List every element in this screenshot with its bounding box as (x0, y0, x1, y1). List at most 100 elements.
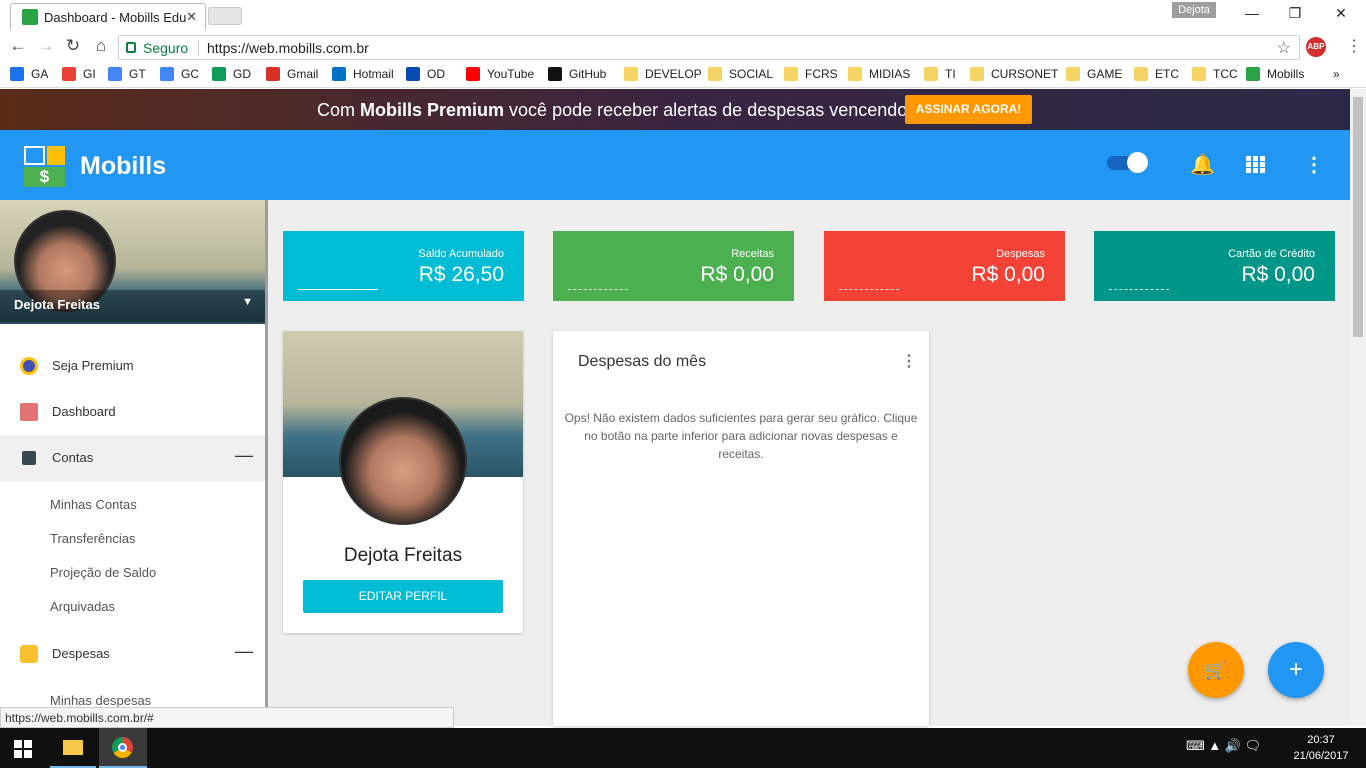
bookmark-icon (332, 67, 346, 81)
sidebar-sub-arquivadas[interactable]: Arquivadas (50, 599, 115, 614)
bookmark-icon (1246, 67, 1260, 81)
bookmark-gc[interactable]: GC (160, 67, 199, 81)
new-tab-button[interactable] (208, 7, 242, 25)
bookmark-midias[interactable]: MIDIAS (848, 67, 910, 81)
url-text[interactable]: https://web.mobills.com.br (207, 40, 369, 56)
bookmark-game[interactable]: GAME (1066, 67, 1122, 81)
bookmark-icon (266, 67, 280, 81)
stat-card-saldo[interactable]: Saldo Acumulado R$ 26,50 (283, 231, 524, 301)
sparkline (1109, 289, 1169, 290)
bookmarks-bar: GA GI GT GC GD Gmail Hotmail OD YouTube GitHub DEV… (0, 62, 1366, 88)
bookmark-icon (406, 67, 420, 81)
stat-card-cartao[interactable]: Cartão de Crédito R$ 0,00 (1094, 231, 1335, 301)
page-scrollbar[interactable] (1350, 89, 1366, 726)
address-bar[interactable]: Seguro https://web.mobills.com.br ☆ (118, 35, 1300, 60)
bookmark-od[interactable]: OD (406, 67, 445, 81)
sidebar-sub-minhas-despesas[interactable]: Minhas despesas (50, 693, 151, 708)
collapse-icon[interactable]: — (235, 641, 253, 662)
bookmark-ga[interactable]: GA (10, 67, 48, 81)
coins-icon (20, 645, 38, 663)
bookmark-gi[interactable]: GI (62, 67, 96, 81)
home-icon[interactable]: ⌂ (90, 36, 112, 56)
monthly-expenses-card: Despesas do mês ⋮ Ops! Não existem dados… (553, 331, 929, 726)
bookmark-develop[interactable]: DEVELOP (624, 67, 702, 81)
more-options-icon[interactable]: ⋮ (1304, 152, 1324, 177)
bookmark-social[interactable]: SOCIAL (708, 67, 773, 81)
sidebar-cover: Dejota Freitas ▼ (0, 200, 265, 324)
sidebar-item-dashboard[interactable]: Dashboard (0, 389, 265, 435)
bookmark-youtube[interactable]: YouTube (466, 67, 534, 81)
bookmark-icon (10, 67, 24, 81)
chrome-icon[interactable] (99, 728, 147, 768)
bookmark-mobills[interactable]: Mobills (1246, 67, 1304, 81)
premium-banner-text: Com Mobills Premium você pode receber al… (317, 100, 913, 120)
bookmark-gmail[interactable]: Gmail (266, 67, 318, 81)
brand-name[interactable]: Mobills (80, 152, 166, 181)
bookmark-github[interactable]: GitHub (548, 67, 606, 81)
tab-title: Dashboard - Mobills Edu (44, 10, 186, 25)
tab-close-icon[interactable]: ✕ (186, 9, 197, 25)
secure-label: Seguro (143, 40, 189, 56)
bookmark-icon (924, 67, 938, 81)
close-window-icon[interactable]: ✕ (1326, 5, 1356, 22)
browser-profile-chip[interactable]: Dejota (1172, 2, 1216, 18)
stat-card-receitas[interactable]: Receitas R$ 0,00 (553, 231, 794, 301)
profile-name: Dejota Freitas (343, 545, 463, 566)
bookmark-etc[interactable]: ETC (1134, 67, 1179, 81)
sidebar-sub-minhas-contas[interactable]: Minhas Contas (50, 497, 137, 512)
dropdown-arrow-icon[interactable]: ▼ (242, 296, 253, 308)
bookmark-label: Hotmail (353, 67, 394, 81)
sidebar-sub-projecao[interactable]: Projeção de Saldo (50, 565, 156, 580)
clock[interactable]: 20:37 21/06/2017 (1290, 732, 1352, 764)
notifications-bell-icon[interactable]: 🔔 (1190, 152, 1215, 177)
restore-icon[interactable]: ❐ (1280, 5, 1310, 22)
windows-taskbar: ⌨ ▲ 🔊 🗨 20:37 21/06/2017 (0, 728, 1366, 768)
collapse-icon[interactable]: — (235, 445, 253, 466)
bookmark-label: CURSONET (991, 67, 1059, 81)
bookmark-icon (624, 67, 638, 81)
bookmark-label: Mobills (1267, 67, 1305, 81)
bookmark-gt[interactable]: GT (108, 67, 146, 81)
sidebar-item-premium[interactable]: Seja Premium (0, 343, 265, 389)
bookmark-label: GD (233, 67, 251, 81)
sidebar-sub-transferencias[interactable]: Transferências (50, 531, 136, 546)
stat-card-despesas[interactable]: Despesas R$ 0,00 (824, 231, 1065, 301)
sidebar-item-despesas[interactable]: Despesas — (0, 631, 265, 677)
file-explorer-icon[interactable] (50, 728, 96, 768)
bookmark-hotmail[interactable]: Hotmail (332, 67, 394, 81)
bookmark-gd[interactable]: GD (212, 67, 251, 81)
mobills-logo[interactable]: $ (24, 146, 65, 187)
add-card-expense-button[interactable]: 🛒 (1188, 642, 1244, 698)
reload-icon[interactable]: ↻ (62, 36, 84, 56)
bookmark-label: DEVELOP (645, 67, 702, 81)
system-tray[interactable]: ⌨ ▲ 🔊 🗨 (1186, 738, 1261, 754)
bookmark-icon (62, 67, 76, 81)
bookmark-label: TI (945, 67, 956, 81)
wallet-icon (22, 451, 36, 465)
expenses-card-title: Despesas do mês (578, 353, 707, 370)
premium-banner: Com Mobills Premium você pode receber al… (0, 89, 1350, 130)
bookmark-cursonet[interactable]: CURSONET (970, 67, 1058, 81)
minimize-icon[interactable]: — (1237, 5, 1267, 21)
bookmark-fcrs[interactable]: FCRS (784, 67, 838, 81)
sidebar-item-contas[interactable]: Contas — (0, 435, 265, 481)
back-icon[interactable]: ← (7, 36, 29, 56)
browser-tab-dashboard[interactable]: Dashboard - Mobills Edu ✕ (10, 3, 206, 30)
card-menu-icon[interactable]: ⋮ (901, 351, 917, 371)
adblock-icon[interactable]: ABP (1306, 37, 1326, 57)
subscribe-button[interactable]: ASSINAR AGORA! (905, 95, 1032, 124)
edit-profile-button[interactable]: EDITAR PERFIL (303, 580, 503, 613)
sidebar-user[interactable]: Dejota Freitas ▼ (0, 290, 265, 322)
bookmark-label: OD (427, 67, 445, 81)
sparkline (568, 289, 628, 290)
bookmark-ti[interactable]: TI (924, 67, 956, 81)
apps-grid-icon[interactable] (1246, 156, 1266, 173)
forward-icon[interactable]: → (35, 36, 57, 56)
bookmark-tcc[interactable]: TCC (1192, 67, 1238, 81)
browser-menu-icon[interactable]: ⋮ (1346, 36, 1362, 56)
bookmark-star-icon[interactable]: ☆ (1277, 38, 1291, 58)
windows-start-icon[interactable] (14, 740, 32, 758)
add-transaction-button[interactable]: + (1268, 642, 1324, 698)
theme-toggle[interactable] (1107, 152, 1148, 173)
more-bookmarks-icon[interactable]: » (1333, 67, 1340, 81)
